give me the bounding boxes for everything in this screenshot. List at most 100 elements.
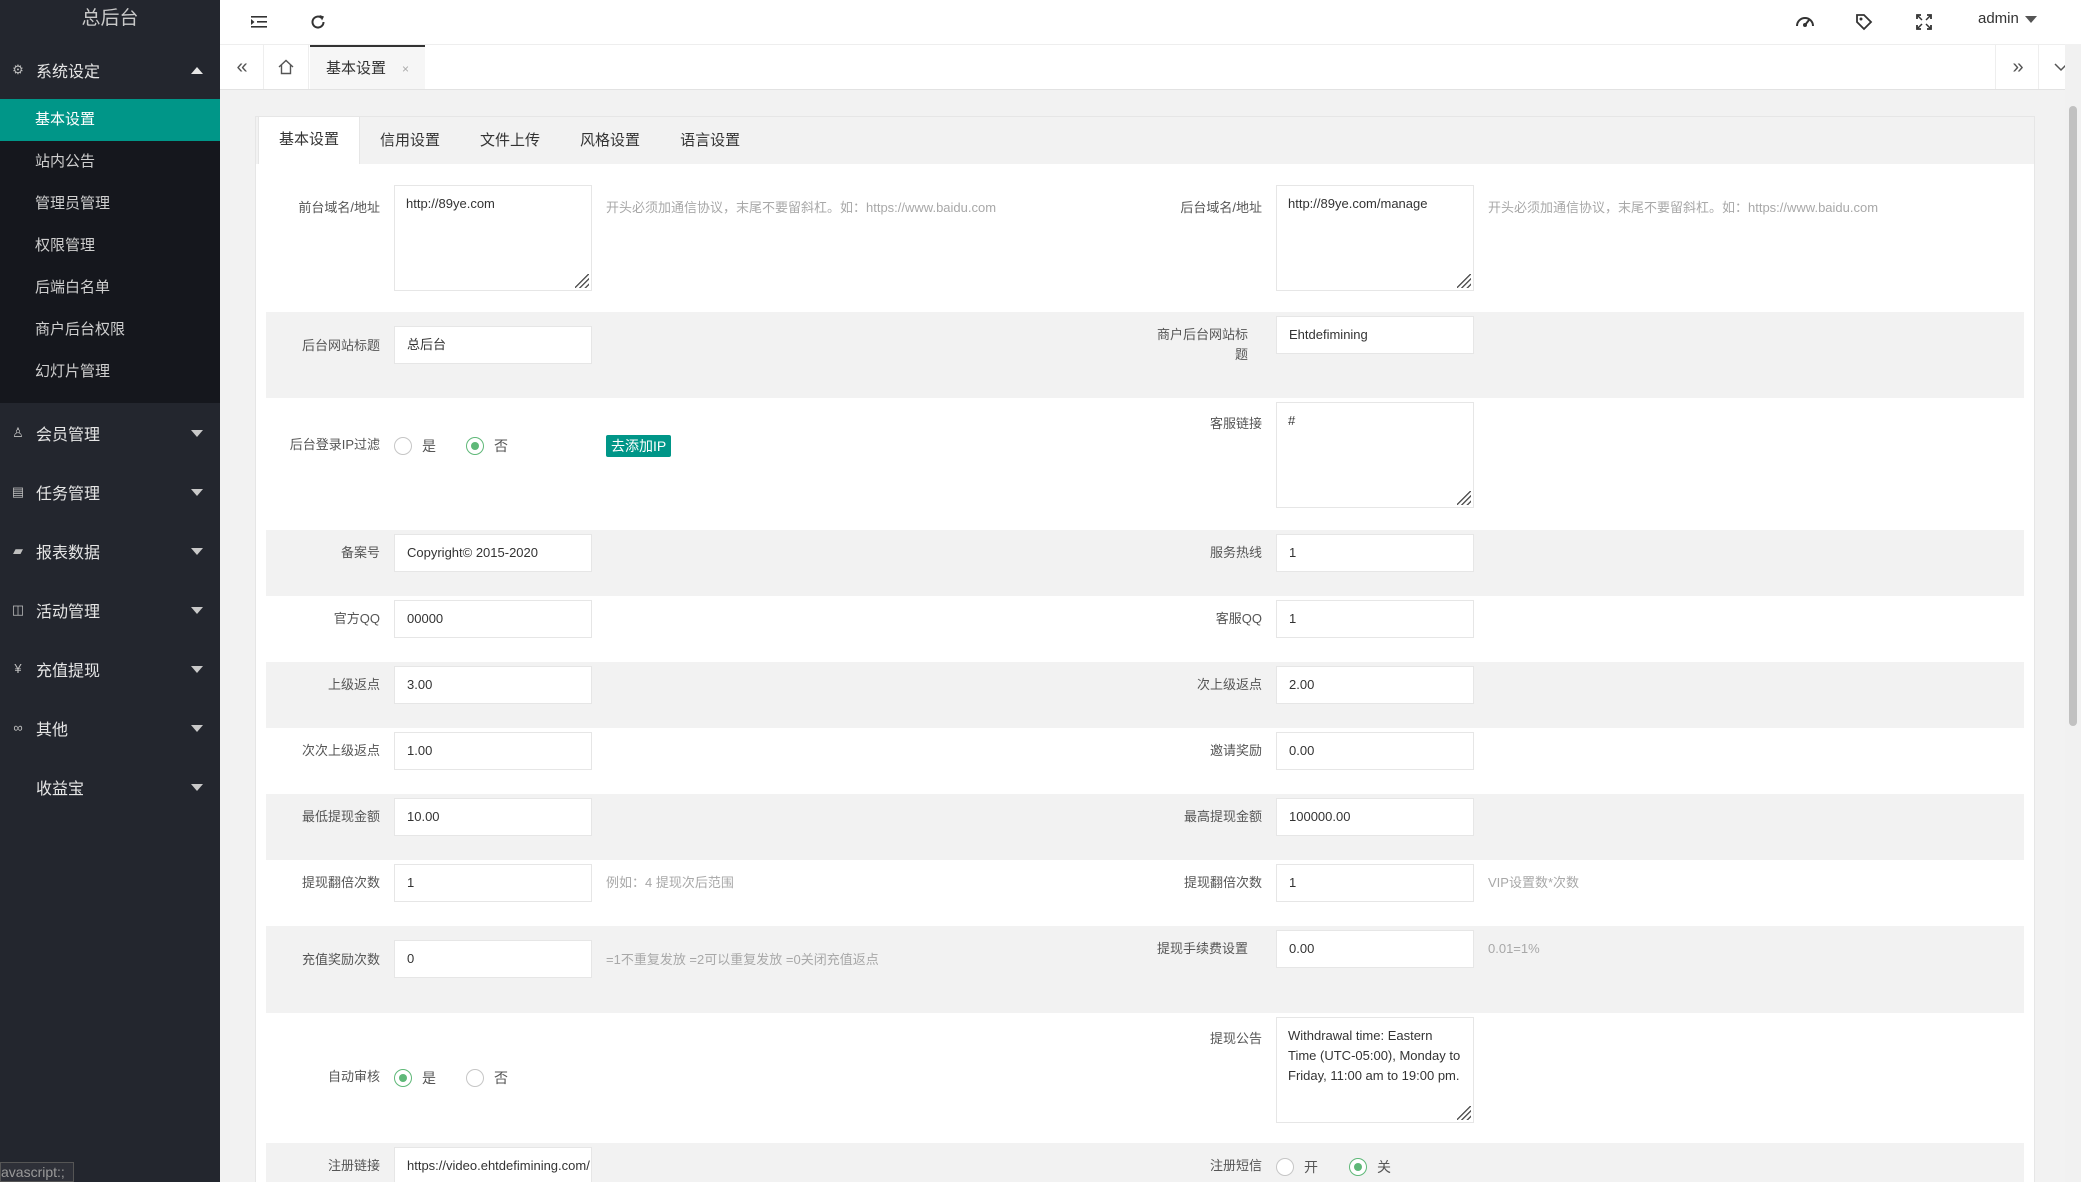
user-icon: ♙ [12, 424, 24, 440]
withdraw-multiple2-label: 提现翻倍次数 [1183, 875, 1262, 890]
auto-review-yes-radio[interactable]: 是 [394, 1068, 436, 1088]
service-link-label: 客服链接 [1209, 416, 1262, 431]
upline-rebate-input[interactable]: 3.00 [394, 666, 592, 704]
register-link-input[interactable]: https://video.ehtdefimining.com/ [394, 1147, 592, 1182]
tab-basic[interactable]: 基本设置 [258, 117, 361, 164]
theme-icon[interactable] [1791, 8, 1819, 36]
register-sms-on-radio[interactable]: 开 [1276, 1157, 1318, 1177]
admin-domain-textarea[interactable]: http://89ye.com/manage [1276, 185, 1474, 291]
ip-filter-no-radio[interactable]: 否 [466, 436, 508, 456]
menu-activities[interactable]: ◫ 活动管理 [0, 580, 220, 639]
menu-label: 任务管理 [36, 485, 101, 503]
gear-icon: ⚙ [12, 61, 24, 77]
sidebar-item-merchant-permissions[interactable]: 商户后台权限 [0, 309, 220, 351]
app-logo: 总后台 [81, 8, 139, 29]
menu-label: 会员管理 [36, 426, 101, 444]
radio-circle [1349, 1158, 1367, 1176]
menu-other[interactable]: ∞ 其他 [0, 698, 220, 757]
status-bar: avascript:; [0, 1162, 74, 1182]
menu-system-settings[interactable]: ⚙ 系统设定 [0, 40, 220, 99]
radio-label: 是 [422, 1070, 436, 1086]
menu-members[interactable]: ♙ 会员管理 [0, 403, 220, 462]
submenu-system: 基本设置 站内公告 管理员管理 权限管理 后端白名单 商户后台权限 幻灯片管理 [0, 99, 220, 403]
add-ip-button[interactable]: 去添加IP [606, 435, 672, 457]
official-qq-label: 官方QQ [333, 611, 380, 626]
caret-up-icon [191, 66, 203, 74]
max-withdraw-input[interactable]: 100000.00 [1276, 798, 1474, 836]
page-scrollbar[interactable] [2065, 44, 2081, 1182]
radio-circle [466, 1069, 484, 1087]
form-row: 后台网站标题 总后台 商户后台网站标题 Ehtdefimining [266, 312, 2024, 398]
scroll-right-icon[interactable]: » [1995, 45, 2040, 89]
sidebar-item-basic-settings[interactable]: 基本设置 [0, 99, 220, 141]
auto-review-no-radio[interactable]: 否 [466, 1068, 508, 1088]
radio-circle [1276, 1158, 1294, 1176]
chevron-down-icon [2024, 15, 2037, 23]
front-domain-label: 前台域名/地址 [298, 200, 380, 215]
menu-toggle-icon[interactable] [246, 8, 274, 36]
admin-domain-label: 后台域名/地址 [1180, 200, 1262, 215]
admin-domain-hint: 开头必须加通信协议，末尾不要留斜杠。如：https://www.baidu.co… [1488, 200, 1879, 215]
auto-review-label: 自动审核 [327, 1069, 380, 1084]
form-row: 上级返点 3.00 次上级返点 2.00 [266, 662, 2024, 728]
menu-recharge-withdraw[interactable]: ¥ 充值提现 [0, 639, 220, 698]
home-icon[interactable] [263, 45, 309, 89]
service-link-textarea[interactable]: # [1276, 402, 1474, 508]
third-rebate-label: 次次上级返点 [301, 743, 380, 758]
withdraw-multiple-input[interactable]: 1 [394, 864, 592, 902]
sidebar-item-admins[interactable]: 管理员管理 [0, 183, 220, 225]
scroll-left-icon[interactable]: « [220, 45, 264, 89]
close-icon[interactable]: × [402, 62, 409, 76]
scrollbar-thumb[interactable] [2069, 106, 2077, 726]
sidebar-item-whitelist[interactable]: 后端白名单 [0, 267, 220, 309]
max-withdraw-label: 最高提现金额 [1183, 809, 1262, 824]
tag-icon[interactable] [1850, 8, 1878, 36]
sidebar-item-announcements[interactable]: 站内公告 [0, 141, 220, 183]
front-domain-hint: 开头必须加通信协议，末尾不要留斜杠。如：https://www.baidu.co… [606, 200, 997, 215]
menu-label: 收益宝 [36, 780, 85, 798]
tab-style[interactable]: 风格设置 [560, 118, 660, 164]
recharge-reward-label: 充值奖励次数 [301, 952, 380, 967]
tab-credit[interactable]: 信用设置 [360, 118, 460, 164]
sidebar-item-slides[interactable]: 幻灯片管理 [0, 351, 220, 393]
menu-group-system: ⚙ 系统设定 基本设置 站内公告 管理员管理 权限管理 后端白名单 商户后台权限… [0, 40, 220, 403]
hotline-label: 服务热线 [1209, 545, 1262, 560]
withdraw-multiple-hint: 例如：4 提现次后范围 [606, 875, 734, 890]
ip-filter-yes-radio[interactable]: 是 [394, 436, 436, 456]
radio-label: 关 [1377, 1159, 1391, 1175]
withdraw-multiple2-input[interactable]: 1 [1276, 864, 1474, 902]
radio-circle [394, 437, 412, 455]
admin-title-input[interactable]: 总后台 [394, 326, 592, 364]
merchant-title-label: 商户后台网站标题 [1156, 327, 1248, 362]
menu-label: 系统设定 [36, 63, 101, 81]
recharge-reward-input[interactable]: 0 [394, 940, 592, 978]
menu-tasks[interactable]: ▤ 任务管理 [0, 462, 220, 521]
menu-yield[interactable]: 收益宝 [0, 757, 220, 816]
user-menu[interactable]: admin [1978, 10, 2037, 27]
hotline-input[interactable]: 1 [1276, 534, 1474, 572]
tab-language[interactable]: 语言设置 [660, 118, 760, 164]
tab-basic-settings[interactable]: 基本设置 × [310, 45, 426, 89]
front-domain-textarea[interactable]: http://89ye.com [394, 185, 592, 291]
official-qq-input[interactable]: 00000 [394, 600, 592, 638]
min-withdraw-input[interactable]: 10.00 [394, 798, 592, 836]
third-rebate-input[interactable]: 1.00 [394, 732, 592, 770]
withdraw-notice-textarea[interactable]: Withdrawal time: Eastern Time (UTC-05:00… [1276, 1017, 1474, 1123]
service-qq-input[interactable]: 1 [1276, 600, 1474, 638]
menu-reports[interactable]: ▰ 报表数据 [0, 521, 220, 580]
withdraw-fee-hint: 0.01=1% [1488, 941, 1540, 956]
icp-input[interactable]: Copyright© 2015-2020 [394, 534, 592, 572]
radio-circle [466, 437, 484, 455]
withdraw-fee-input[interactable]: 0.00 [1276, 930, 1474, 968]
tab-label: 基本设置 [326, 60, 387, 77]
radio-circle [394, 1069, 412, 1087]
register-sms-off-radio[interactable]: 关 [1349, 1157, 1391, 1177]
invite-reward-input[interactable]: 0.00 [1276, 732, 1474, 770]
fullscreen-icon[interactable] [1910, 8, 1938, 36]
sidebar-item-permissions[interactable]: 权限管理 [0, 225, 220, 267]
second-rebate-input[interactable]: 2.00 [1276, 666, 1474, 704]
merchant-title-input[interactable]: Ehtdefimining [1276, 316, 1474, 354]
caret-down-icon [191, 606, 203, 614]
refresh-icon[interactable] [304, 8, 332, 36]
tab-file-upload[interactable]: 文件上传 [460, 118, 560, 164]
